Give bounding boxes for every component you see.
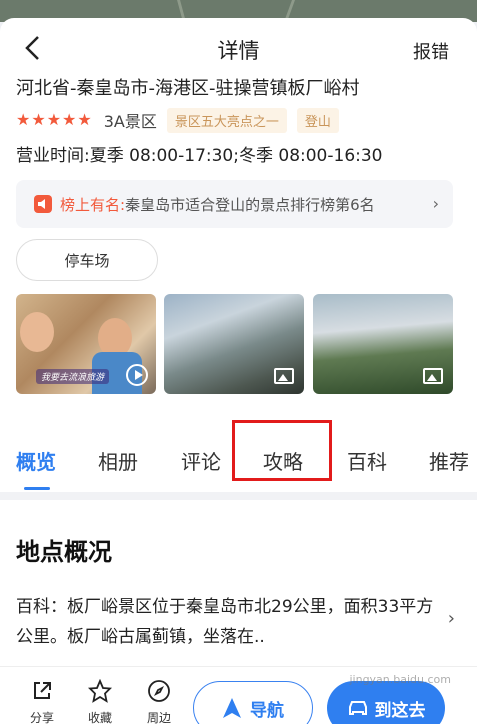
overview-description[interactable]: 百科：板厂峪景区位于秦皇岛市北29公里，面积33平方公里。板厂峪古属蓟镇，坐落在… bbox=[16, 592, 436, 654]
nearby-button[interactable]: 周边 bbox=[139, 679, 179, 724]
ranking-label: 榜上有名: bbox=[60, 195, 126, 214]
ranking-banner[interactable]: 榜上有名: 秦皇岛市适合登山的景点排行榜第6名 › bbox=[16, 180, 453, 228]
opening-hours: 营业时间:夏季 08:00-17:30;冬季 08:00-16:30 bbox=[16, 146, 383, 166]
tab-album[interactable]: 相册 bbox=[98, 446, 138, 475]
chevron-right-icon: › bbox=[432, 194, 439, 213]
photo-thumbnail[interactable] bbox=[164, 294, 304, 394]
star-outline-icon bbox=[88, 679, 112, 703]
active-tab-indicator bbox=[24, 487, 50, 490]
star-icon: ★ bbox=[31, 110, 46, 129]
address-text: 河北省-秦皇岛市-海港区-驻操营镇板厂峪村 bbox=[16, 78, 360, 99]
tab-overview[interactable]: 概览 bbox=[16, 446, 56, 475]
navigation-arrow-icon bbox=[223, 698, 241, 718]
go-here-button[interactable]: 到这去 bbox=[327, 681, 445, 724]
star-rating: ★ ★ ★ ★ ★ bbox=[16, 112, 92, 128]
image-icon bbox=[274, 368, 294, 384]
section-title: 地点概况 bbox=[16, 538, 112, 566]
favorite-button[interactable]: 收藏 bbox=[80, 679, 120, 724]
star-icon: ★ bbox=[62, 110, 77, 129]
page-title: 详情 bbox=[217, 39, 260, 63]
watermark: jingyan.baidu.com bbox=[349, 673, 451, 686]
tab-encyclopedia[interactable]: 百科 bbox=[347, 446, 387, 475]
category-tag[interactable]: 登山 bbox=[296, 107, 339, 133]
video-thumbnail[interactable]: 我要去流浪旅游 bbox=[16, 294, 156, 394]
tab-recommend[interactable]: 推荐 bbox=[429, 446, 469, 475]
person-image bbox=[20, 312, 54, 352]
ranking-text: 秦皇岛市适合登山的景点排行榜第6名 bbox=[125, 195, 375, 214]
rating-row: ★ ★ ★ ★ ★ 3A景区 景区五大亮点之一 登山 bbox=[16, 107, 339, 133]
tab-comments[interactable]: 评论 bbox=[181, 446, 221, 475]
play-icon bbox=[126, 364, 148, 386]
chevron-right-icon[interactable]: › bbox=[448, 608, 455, 629]
favorite-label: 收藏 bbox=[87, 711, 112, 724]
share-label: 分享 bbox=[29, 711, 54, 724]
photo-strip: 我要去流浪旅游 bbox=[16, 294, 456, 394]
share-icon bbox=[34, 682, 51, 699]
annotation-box bbox=[232, 420, 332, 481]
star-icon: ★ bbox=[77, 110, 92, 129]
section-divider bbox=[0, 492, 477, 500]
header: 详情 报错 bbox=[0, 18, 477, 76]
star-icon: ★ bbox=[46, 110, 62, 129]
detail-card: 详情 报错 河北省-秦皇岛市-海港区-驻操营镇板厂峪村 ★ ★ ★ ★ ★ 3A… bbox=[0, 18, 477, 724]
scenic-level: 3A景区 bbox=[103, 112, 157, 131]
highlight-tag[interactable]: 景区五大亮点之一 bbox=[166, 107, 287, 133]
navigate-label: 导航 bbox=[250, 700, 284, 721]
share-button[interactable]: 分享 bbox=[22, 679, 62, 724]
compass-icon bbox=[148, 680, 170, 702]
parking-button[interactable]: 停车场 bbox=[16, 239, 158, 281]
navigate-button[interactable]: 导航 bbox=[193, 681, 313, 724]
car-icon bbox=[348, 701, 367, 715]
speaker-icon bbox=[34, 195, 52, 213]
report-error-button[interactable]: 报错 bbox=[413, 38, 449, 64]
go-here-label: 到这去 bbox=[374, 700, 426, 721]
star-icon: ★ bbox=[16, 110, 31, 129]
photo-thumbnail[interactable] bbox=[313, 294, 453, 394]
nearby-label: 周边 bbox=[146, 711, 171, 724]
image-icon bbox=[423, 368, 443, 384]
video-caption: 我要去流浪旅游 bbox=[36, 369, 110, 384]
